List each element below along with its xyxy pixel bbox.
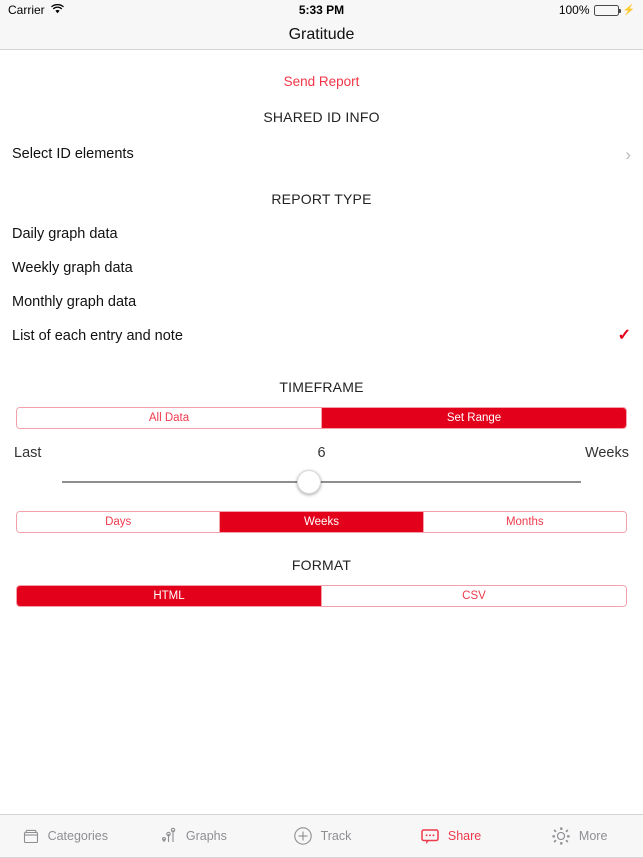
report-type-option-monthly[interactable]: Monthly graph data: [0, 285, 643, 319]
status-bar-left: Carrier: [8, 3, 215, 17]
lightning-bolt-icon: ⚡: [622, 4, 635, 16]
slider-prefix-label: Last: [14, 445, 42, 461]
select-id-elements-label: Select ID elements: [12, 146, 134, 162]
navigation-bar: Gratitude: [0, 20, 643, 50]
report-type-option-label: List of each entry and note: [12, 328, 183, 344]
tab-label: Graphs: [185, 829, 227, 843]
segment-weeks[interactable]: Weeks: [220, 512, 424, 532]
report-type-option-label: Monthly graph data: [12, 294, 137, 310]
segment-all-data[interactable]: All Data: [17, 408, 322, 428]
tab-label: Categories: [47, 829, 109, 843]
tab-track[interactable]: Track: [257, 825, 386, 847]
tab-graphs[interactable]: Graphs: [129, 826, 258, 846]
report-type-option-list[interactable]: List of each entry and note ✓: [0, 319, 643, 353]
gear-icon: [550, 825, 572, 847]
timeframe-unit-segmented-control[interactable]: Days Weeks Months: [16, 511, 627, 533]
status-bar: Carrier 5:33 PM 100% ⚡: [0, 0, 643, 20]
segment-days[interactable]: Days: [17, 512, 221, 532]
format-segmented-control[interactable]: HTML CSV: [16, 585, 627, 607]
segment-html[interactable]: HTML: [17, 586, 322, 606]
chevron-right-icon: ›: [625, 144, 631, 164]
carrier-label: Carrier: [8, 3, 45, 17]
shared-id-info-header: SHARED ID INFO: [263, 109, 380, 125]
battery-percent-label: 100%: [558, 3, 590, 17]
wifi-icon: [50, 3, 64, 17]
slider-thumb[interactable]: [296, 470, 321, 494]
timeframe-slider[interactable]: [62, 465, 581, 499]
format-header: FORMAT: [291, 557, 352, 573]
slider-unit-label: Weeks: [584, 445, 629, 461]
plus-circle-icon: [292, 825, 314, 847]
send-report-button[interactable]: Send Report: [0, 50, 643, 89]
tab-bar: Categories Graphs Track Share More: [0, 814, 643, 858]
tab-label: Track: [320, 829, 352, 843]
slider-track: [62, 481, 581, 483]
speech-bubble-icon: [419, 826, 441, 846]
slider-labels: Last 6 Weeks: [0, 441, 643, 465]
settings-content: Send Report SHARED ID INFO Select ID ele…: [0, 50, 643, 814]
tab-share[interactable]: Share: [386, 826, 515, 846]
tab-more[interactable]: More: [514, 825, 643, 847]
segment-set-range[interactable]: Set Range: [322, 408, 626, 428]
app-screen: Carrier 5:33 PM 100% ⚡ Gratitude Send Re…: [0, 0, 643, 858]
tab-label: Share: [447, 829, 482, 843]
tab-label: More: [578, 829, 608, 843]
categories-box-icon: [21, 826, 41, 846]
status-bar-time: 5:33 PM: [298, 3, 345, 17]
timeframe-header: TIMEFRAME: [279, 379, 364, 395]
timeframe-range-segmented-control[interactable]: All Data Set Range: [16, 407, 627, 429]
checkmark-icon: ✓: [617, 327, 631, 344]
report-type-header: REPORT TYPE: [271, 191, 372, 207]
graphs-scatter-icon: [159, 826, 179, 846]
segment-months[interactable]: Months: [423, 512, 626, 532]
select-id-elements-row[interactable]: Select ID elements ›: [0, 137, 643, 171]
report-type-option-label: Weekly graph data: [12, 260, 133, 276]
page-title: Gratitude: [288, 25, 355, 43]
tab-categories[interactable]: Categories: [0, 826, 129, 846]
slider-value-label: 6: [317, 445, 326, 461]
status-bar-right: 100% ⚡: [428, 3, 635, 17]
battery-icon: [593, 4, 621, 16]
report-type-option-weekly[interactable]: Weekly graph data: [0, 251, 643, 285]
report-type-option-daily[interactable]: Daily graph data: [0, 217, 643, 251]
segment-csv[interactable]: CSV: [322, 586, 626, 606]
report-type-option-label: Daily graph data: [12, 226, 118, 242]
